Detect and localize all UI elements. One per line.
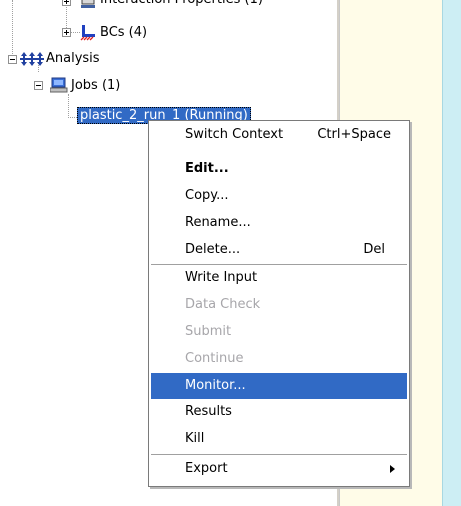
menu-item-kill[interactable]: Kill [151, 427, 407, 451]
menu-item-label: Submit [185, 324, 232, 339]
menu-item-edit[interactable]: Edit... [151, 157, 407, 181]
tree-line [12, 0, 13, 58]
menu-shortcut: Del [363, 242, 385, 257]
menu-item-label: Export [185, 461, 228, 476]
menu-item-delete[interactable]: Delete... Del [151, 238, 407, 262]
collapse-toggle[interactable] [34, 81, 43, 90]
menu-item-write-input[interactable]: Write Input [151, 266, 407, 290]
menu-item-label: Delete... [185, 242, 241, 257]
menu-separator [151, 264, 407, 265]
menu-shortcut: Ctrl+Space [317, 127, 391, 142]
menu-item-export[interactable]: Export [151, 457, 407, 481]
boundary-conditions-icon [80, 24, 96, 41]
menu-item-switch-context[interactable]: Switch Context Ctrl+Space [151, 123, 407, 147]
tree-line [68, 94, 69, 118]
context-menu: Switch Context Ctrl+Space Edit... Copy..… [148, 120, 410, 487]
menu-item-label: Monitor... [185, 378, 246, 393]
menu-item-label: Rename... [185, 215, 251, 230]
menu-item-rename[interactable]: Rename... [151, 211, 407, 235]
menu-item-label: Edit... [185, 161, 229, 176]
submenu-arrow-icon [390, 465, 395, 473]
jobs-computer-icon [49, 77, 68, 93]
menu-item-label: Copy... [185, 188, 229, 203]
tree-node-analysis[interactable]: Analysis [46, 51, 100, 67]
menu-item-results[interactable]: Results [151, 400, 407, 424]
tree-node-bcs[interactable]: BCs (4) [100, 25, 147, 41]
menu-item-label: Data Check [185, 297, 261, 312]
tree-node-jobs[interactable]: Jobs (1) [71, 78, 120, 94]
tree-node-interaction-properties[interactable]: Interaction Properties (1) [100, 0, 263, 8]
viewport-edge [442, 0, 461, 506]
tree-line [68, 117, 77, 118]
menu-item-monitor[interactable]: Monitor... [151, 373, 407, 399]
menu-item-label: Results [185, 404, 232, 419]
menu-item-label: Write Input [185, 270, 258, 285]
menu-item-submit: Submit [151, 320, 407, 344]
tree-line [70, 32, 80, 33]
expand-toggle[interactable] [62, 0, 71, 6]
menu-item-data-check: Data Check [151, 293, 407, 317]
menu-item-continue: Continue [151, 347, 407, 371]
menu-item-copy[interactable]: Copy... [151, 184, 407, 208]
analysis-icon [20, 51, 44, 67]
collapse-toggle[interactable] [8, 55, 17, 64]
menu-item-label: Continue [185, 351, 244, 366]
menu-separator [151, 454, 407, 455]
interaction-properties-icon [80, 0, 96, 10]
menu-item-label: Kill [185, 431, 205, 446]
menu-item-label: Switch Context [185, 127, 284, 142]
expand-toggle[interactable] [62, 28, 71, 37]
